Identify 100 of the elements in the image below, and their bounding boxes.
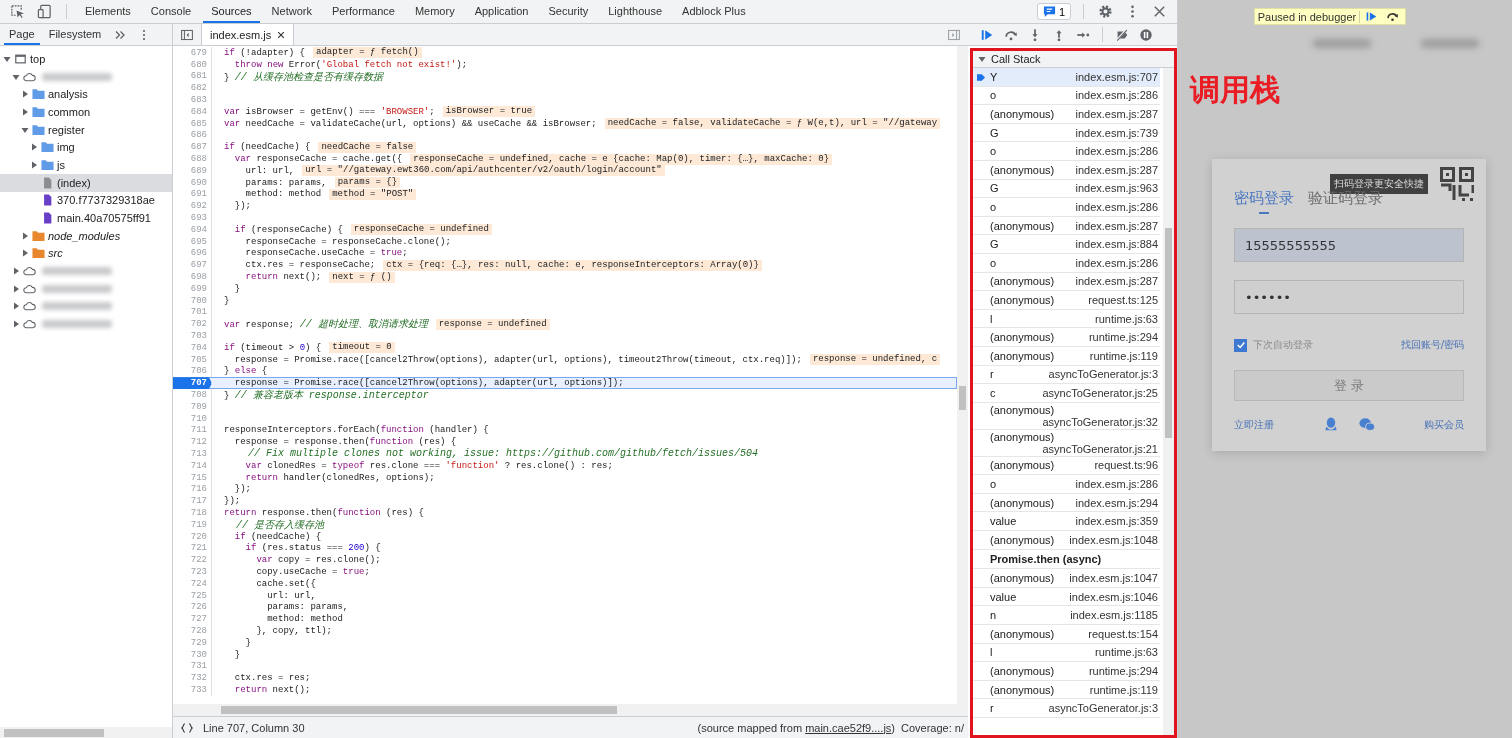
expand-arrow-icon[interactable] xyxy=(12,72,20,81)
resume-icon[interactable] xyxy=(1365,10,1379,23)
panel-tab[interactable]: Lighthouse xyxy=(600,0,671,23)
expand-arrow-icon[interactable] xyxy=(12,302,20,311)
call-frame[interactable]: G index.esm.js:739 xyxy=(973,123,1160,143)
call-frame[interactable]: value index.esm.js:359 xyxy=(973,512,1160,532)
expand-arrow-icon[interactable] xyxy=(12,320,20,329)
call-frame[interactable]: o index.esm.js:286 xyxy=(973,198,1160,217)
expand-arrow-icon[interactable] xyxy=(30,160,38,169)
expand-arrow-icon[interactable] xyxy=(21,125,29,134)
step-over-icon[interactable] xyxy=(1386,10,1400,23)
call-frame[interactable]: l runtime.js:63 xyxy=(973,643,1160,663)
frame-location: index.esm.js:1046 xyxy=(1068,590,1158,603)
expand-arrow-icon[interactable] xyxy=(21,107,29,116)
close-icon[interactable] xyxy=(1152,4,1167,19)
expand-arrow-icon[interactable] xyxy=(3,54,11,63)
call-frame[interactable]: o index.esm.js:286 xyxy=(973,142,1160,161)
settings-icon[interactable] xyxy=(1098,4,1113,19)
toggle-navigator-icon[interactable] xyxy=(181,28,193,41)
remember-checkbox[interactable] xyxy=(1234,338,1247,352)
tree-item[interactable]: 370.f7737329318ae xyxy=(0,191,172,210)
panel-tab[interactable]: Elements xyxy=(77,0,139,23)
panel-tab[interactable]: Performance xyxy=(323,0,403,23)
call-frame[interactable]: G index.esm.js:963 xyxy=(973,179,1160,199)
expand-arrow-icon[interactable] xyxy=(21,249,29,258)
device-toolbar-icon[interactable] xyxy=(37,4,52,19)
tree-item[interactable]: main.40a70575ff91 xyxy=(0,209,172,227)
expand-arrow-icon[interactable] xyxy=(12,267,20,276)
call-frame[interactable]: (anonymous) index.esm.js:1047 xyxy=(973,569,1160,588)
line-number[interactable]: 707 xyxy=(173,377,212,390)
panel-tab[interactable]: Security xyxy=(540,0,597,23)
call-frame[interactable]: n index.esm.js:1185 xyxy=(973,606,1160,626)
call-frame[interactable]: value index.esm.js:1046 xyxy=(973,587,1160,607)
call-frame[interactable]: (anonymous) runtime.js:119 xyxy=(973,346,1160,366)
horizontal-scrollbar[interactable] xyxy=(0,727,172,738)
call-frame[interactable]: l runtime.js:63 xyxy=(973,309,1160,329)
call-frame[interactable]: (anonymous) asyncToGenerator.js:32 xyxy=(973,402,1160,430)
call-frame[interactable]: (anonymous) runtime.js:294 xyxy=(973,662,1160,681)
penguin-icon[interactable] xyxy=(1323,417,1339,432)
call-frame[interactable]: (anonymous) index.esm.js:294 xyxy=(973,493,1160,513)
vertical-scrollbar[interactable] xyxy=(1163,68,1174,735)
panel-tab[interactable]: Console xyxy=(142,0,200,23)
close-icon[interactable] xyxy=(277,30,286,39)
call-frame[interactable]: (anonymous) runtime.js:119 xyxy=(973,680,1160,700)
toggle-debugger-icon[interactable] xyxy=(948,28,960,41)
call-frame[interactable]: (anonymous) asyncToGenerator.js:21 xyxy=(973,429,1160,457)
call-frame[interactable]: (anonymous) index.esm.js:287 xyxy=(973,105,1160,124)
call-frame[interactable]: o index.esm.js:286 xyxy=(973,253,1160,273)
tree-item[interactable]: common xyxy=(0,103,172,121)
password-field[interactable]: •••••• xyxy=(1234,280,1464,314)
call-frame[interactable]: (anonymous) index.esm.js:287 xyxy=(973,160,1160,180)
panel-tab[interactable]: Memory xyxy=(406,0,463,23)
call-frame[interactable]: (anonymous) request.ts:154 xyxy=(973,625,1160,644)
call-frame[interactable]: r asyncToGenerator.js:3 xyxy=(973,365,1160,385)
tree-item[interactable]: js xyxy=(0,156,172,174)
call-frame[interactable]: (anonymous) runtime.js:294 xyxy=(973,328,1160,347)
resume-icon[interactable] xyxy=(980,27,994,42)
call-frame[interactable]: (anonymous) request.ts:96 xyxy=(973,456,1160,476)
phone-field[interactable]: 15555555555 xyxy=(1234,228,1464,262)
pretty-print-icon[interactable] xyxy=(181,721,193,734)
qr-code-icon[interactable] xyxy=(1440,167,1474,201)
code-line: response = Promise.race([cancel2Throw(options), adapter(url, options), timeout2Throw(timeout, ctx.req)]); xyxy=(233,354,802,365)
sidebar-tab[interactable]: Page xyxy=(4,24,40,45)
call-frame[interactable]: o index.esm.js:286 xyxy=(973,86,1160,106)
call-frame[interactable]: c asyncToGenerator.js:25 xyxy=(973,384,1160,403)
tree-item[interactable]: top xyxy=(0,50,172,68)
panel-tab[interactable]: Application xyxy=(466,0,537,23)
call-frame[interactable]: r asyncToGenerator.js:3 xyxy=(973,699,1160,718)
tree-item[interactable]: img xyxy=(0,138,172,157)
expand-arrow-icon[interactable] xyxy=(21,90,29,99)
call-frame[interactable]: (anonymous) request.ts:125 xyxy=(973,291,1160,310)
expand-arrow-icon[interactable] xyxy=(21,231,29,240)
folder-icon xyxy=(32,105,45,118)
tree-item[interactable]: node_modules xyxy=(0,226,172,245)
issues-button[interactable]: 1 xyxy=(1036,3,1071,20)
call-frame[interactable]: o index.esm.js:286 xyxy=(973,475,1160,494)
sidebar-tab[interactable]: Filesystem xyxy=(43,24,107,45)
panel-tab[interactable]: Network xyxy=(263,0,320,23)
deactivate-breakpoints-icon[interactable] xyxy=(1115,27,1129,42)
tree-item[interactable]: register xyxy=(0,120,172,139)
call-frame[interactable]: (anonymous) index.esm.js:287 xyxy=(973,216,1160,236)
tree-item[interactable]: (index) xyxy=(0,173,172,192)
tree-item[interactable]: src xyxy=(0,244,172,263)
horizontal-scrollbar[interactable] xyxy=(173,704,968,716)
more-tabs-icon[interactable] xyxy=(114,28,127,41)
file-tab[interactable]: index.esm.js xyxy=(201,24,295,45)
source-map-link[interactable]: main.cae52f9....js xyxy=(805,721,892,734)
call-frame[interactable]: Y index.esm.js:707 xyxy=(973,68,1160,87)
expand-arrow-icon[interactable] xyxy=(12,284,20,293)
tree-item[interactable]: analysis xyxy=(0,85,172,104)
expand-arrow-icon[interactable] xyxy=(30,143,38,152)
pause-on-exceptions-icon[interactable] xyxy=(1139,27,1153,42)
call-frame[interactable]: (anonymous) index.esm.js:1048 xyxy=(973,531,1160,550)
call-stack-header[interactable]: Call Stack xyxy=(973,51,1174,68)
call-frame[interactable]: G index.esm.js:884 xyxy=(973,235,1160,254)
chat-bubbles-icon[interactable] xyxy=(1359,417,1375,432)
vertical-scrollbar[interactable] xyxy=(957,46,968,704)
inspect-element-icon[interactable] xyxy=(10,4,25,19)
call-frame[interactable]: (anonymous) index.esm.js:287 xyxy=(973,272,1160,292)
panel-tab[interactable]: Adblock Plus xyxy=(674,0,754,23)
